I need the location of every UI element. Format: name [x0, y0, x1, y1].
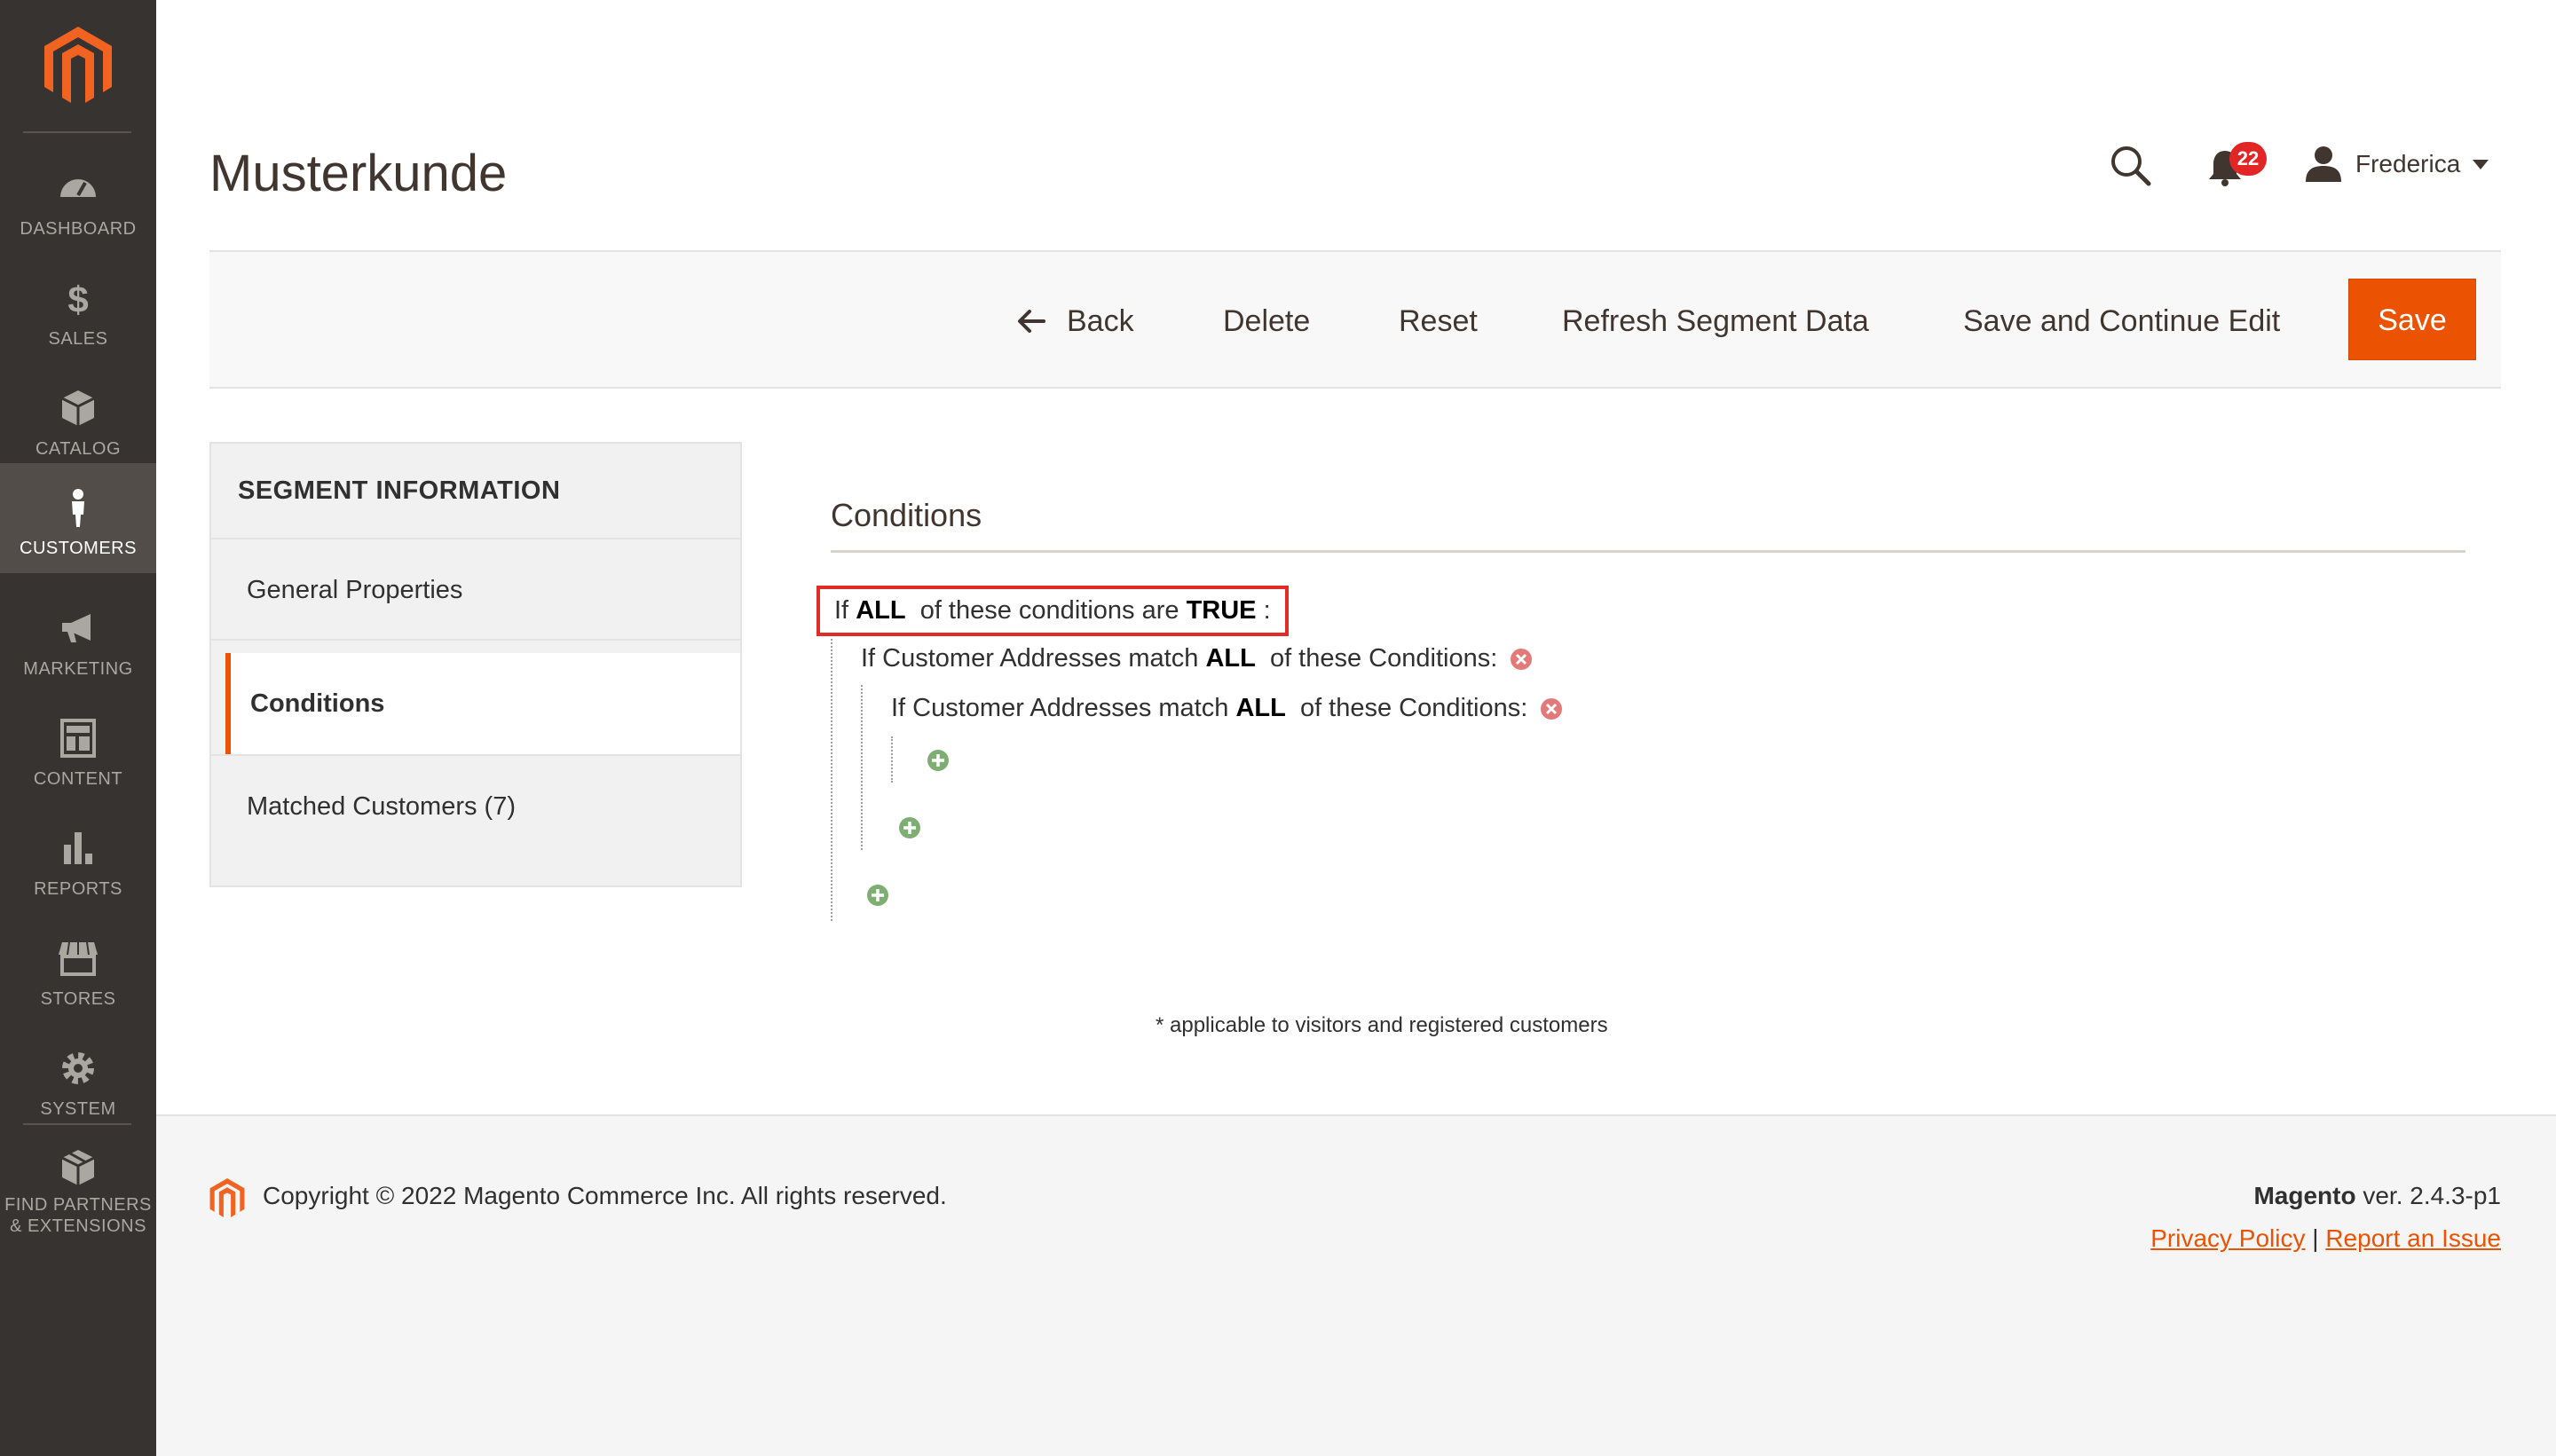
- user-name: Frederica: [2355, 150, 2461, 177]
- condition-text: If: [834, 596, 849, 625]
- sidebar-item-stores[interactable]: STORES: [0, 914, 156, 1024]
- page-footer: Copyright © 2022 Magento Commerce Inc. A…: [156, 1114, 2556, 1456]
- sidebar-item-sales[interactable]: $ SALES: [0, 254, 156, 364]
- aggregator-select[interactable]: ALL: [856, 596, 905, 625]
- remove-condition-icon[interactable]: [1510, 648, 1533, 671]
- sidebar-item-label: CONTENT: [33, 769, 123, 789]
- back-button-label: Back: [1067, 304, 1134, 338]
- save-and-continue-edit-button[interactable]: Save and Continue Edit: [1963, 282, 2280, 360]
- applicability-note: * applicable to visitors and registered …: [1156, 1013, 1608, 1037]
- admin-sidebar: DASHBOARD $ SALES CATALOG CUSTOMERS MARK…: [0, 0, 156, 1456]
- add-condition-icon[interactable]: [898, 816, 921, 839]
- bar-chart-icon: [64, 832, 92, 864]
- footer-links: Privacy Policy | Report an Issue: [2150, 1224, 2501, 1253]
- megaphone-icon: [62, 614, 91, 642]
- sidebar-item-label: FIND PARTNERS: [4, 1195, 152, 1215]
- box-icon: [61, 390, 95, 426]
- back-button[interactable]: Back: [1015, 282, 1134, 360]
- arrow-left-icon: [1018, 310, 1045, 333]
- dashboard-gauge-icon: [60, 179, 96, 197]
- condition-tree-line: [861, 685, 863, 850]
- user-account-menu[interactable]: Frederica: [2304, 144, 2489, 185]
- condition-customer-addresses-nested: If Customer Addresses match ALL of these…: [891, 694, 1563, 723]
- notification-count-badge[interactable]: 22: [2229, 142, 2267, 176]
- tab-conditions[interactable]: Conditions: [225, 653, 740, 754]
- sidebar-item-label: REPORTS: [34, 879, 122, 899]
- sidebar-item-label: SYSTEM: [40, 1099, 116, 1119]
- condition-text: of these Conditions:: [1299, 694, 1528, 722]
- sidebar-item-reports[interactable]: REPORTS: [0, 804, 156, 914]
- tab-general-properties[interactable]: General Properties: [211, 539, 740, 641]
- sidebar-item-customers[interactable]: CUSTOMERS: [0, 463, 156, 573]
- svg-text:$: $: [67, 279, 88, 318]
- sidebar-item-label: SALES: [48, 329, 108, 349]
- page-actions-toolbar: Back Delete Reset Refresh Segment Data S…: [209, 250, 2501, 389]
- section-divider: [831, 550, 2465, 553]
- condition-tree-line: [891, 736, 893, 783]
- sidebar-item-label: DASHBOARD: [20, 219, 137, 239]
- condition-text: :: [1263, 596, 1271, 625]
- sidebar-item-label: MARKETING: [23, 659, 133, 679]
- condition-text: If Customer Addresses match: [891, 694, 1229, 722]
- aggregator-select[interactable]: ALL: [1205, 644, 1255, 673]
- save-button[interactable]: Save: [2348, 279, 2476, 360]
- tab-matched-customers[interactable]: Matched Customers (7): [211, 754, 740, 855]
- condition-customer-addresses: If Customer Addresses match ALL of these…: [861, 644, 1533, 673]
- report-issue-link[interactable]: Report an Issue: [2325, 1224, 2501, 1252]
- magento-logo[interactable]: [44, 27, 112, 106]
- layout-icon: [60, 719, 96, 758]
- version-text: ver. 2.4.3-p1: [2363, 1182, 2501, 1209]
- refresh-segment-data-button[interactable]: Refresh Segment Data: [1562, 282, 1869, 360]
- remove-condition-icon[interactable]: [1540, 697, 1563, 720]
- user-icon: [2306, 146, 2341, 182]
- condition-text: If Customer Addresses match: [861, 644, 1199, 673]
- version-info: Magento ver. 2.4.3-p1: [2253, 1182, 2501, 1210]
- link-separator: |: [2312, 1224, 2319, 1252]
- chevron-down-icon: [2473, 159, 2489, 169]
- value-select[interactable]: TRUE: [1187, 596, 1257, 625]
- dollar-icon: $: [67, 279, 88, 318]
- tabs-title: SEGMENT INFORMATION: [211, 444, 740, 539]
- sidebar-item-dashboard[interactable]: DASHBOARD: [0, 144, 156, 254]
- aggregator-select[interactable]: ALL: [1235, 694, 1285, 722]
- search-icon[interactable]: [2109, 144, 2153, 188]
- sidebar-item-marketing[interactable]: MARKETING: [0, 584, 156, 694]
- sidebar-item-label: CUSTOMERS: [20, 539, 137, 558]
- sidebar-item-system[interactable]: SYSTEM: [0, 1024, 156, 1134]
- delete-button[interactable]: Delete: [1223, 282, 1310, 360]
- condition-text: of these Conditions:: [1269, 644, 1498, 673]
- sidebar-item-label: STORES: [40, 989, 116, 1009]
- privacy-policy-link[interactable]: Privacy Policy: [2150, 1224, 2305, 1252]
- gear-icon: [62, 1052, 94, 1084]
- page-title: Musterkunde: [209, 145, 508, 202]
- sidebar-item-find-partners[interactable]: FIND PARTNERS & EXTENSIONS: [0, 1123, 156, 1256]
- person-icon: [72, 489, 84, 527]
- copyright-text: Copyright © 2022 Magento Commerce Inc. A…: [263, 1182, 947, 1209]
- add-condition-icon[interactable]: [927, 749, 950, 772]
- magento-logo: [209, 1178, 245, 1217]
- sidebar-divider: [23, 131, 131, 133]
- sidebar-item-catalog[interactable]: CATALOG: [0, 364, 156, 474]
- segment-information-tabs: SEGMENT INFORMATION General Properties C…: [209, 442, 742, 887]
- condition-tree-line: [831, 639, 832, 921]
- sidebar-item-label-line2: & EXTENSIONS: [10, 1216, 146, 1236]
- conditions-section-title: Conditions: [831, 497, 982, 533]
- root-condition-combine: If ALL of these conditions are TRUE :: [816, 586, 1289, 636]
- add-condition-icon[interactable]: [866, 884, 889, 907]
- extensions-box-icon: [61, 1150, 95, 1185]
- reset-button[interactable]: Reset: [1399, 282, 1478, 360]
- brand-name: Magento: [2253, 1182, 2356, 1209]
- sidebar-item-content[interactable]: CONTENT: [0, 694, 156, 804]
- storefront-icon: [59, 941, 98, 976]
- condition-text: of these conditions are: [919, 596, 1179, 625]
- sidebar-item-label: CATALOG: [35, 439, 122, 459]
